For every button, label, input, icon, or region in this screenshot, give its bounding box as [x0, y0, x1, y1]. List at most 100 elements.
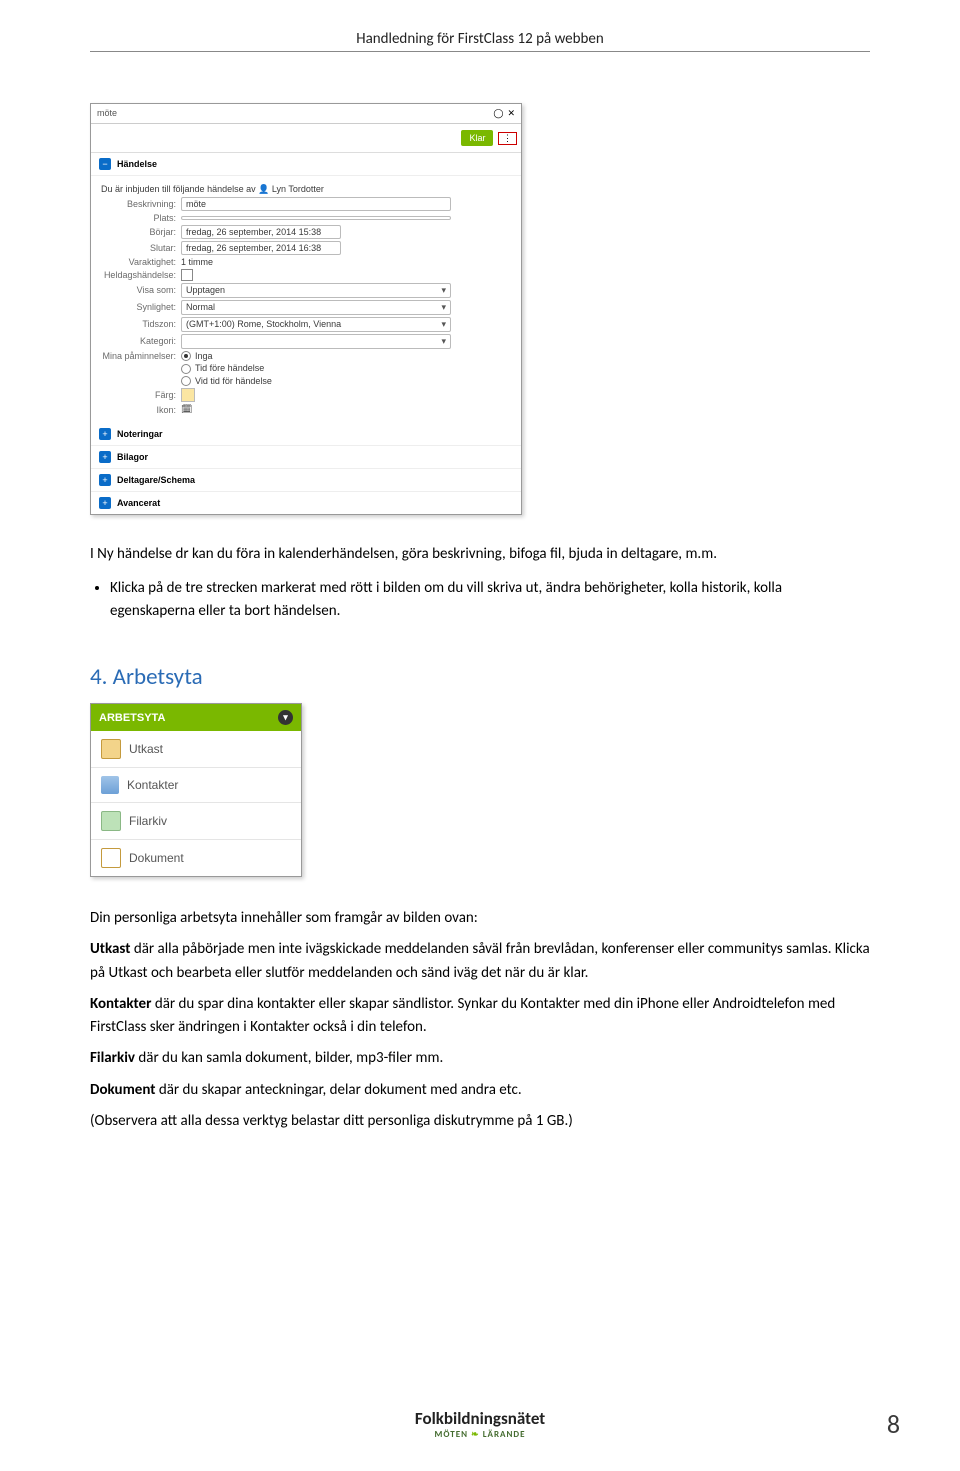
invite-name: Lyn Tordotter: [272, 184, 324, 194]
page-header: Handledning för FirstClass 12 på webben: [90, 30, 870, 63]
bullet-item: Klicka på de tre strecken markerat med r…: [110, 577, 870, 624]
checkbox-heldag[interactable]: [181, 269, 193, 281]
select-kategori[interactable]: ▾: [181, 334, 451, 349]
para-dokument: Dokument där du skapar anteckningar, del…: [90, 1079, 870, 1102]
folder-icon: [101, 739, 121, 759]
bold-filarkiv: Filarkiv: [90, 1049, 135, 1067]
klar-button[interactable]: Klar: [461, 130, 493, 146]
text-kontakter: där du spar dina kontakter eller skapar …: [90, 995, 835, 1036]
chevron-down-icon: ▾: [441, 302, 446, 313]
chevron-down-icon: ▾: [441, 319, 446, 330]
chevron-down-icon: ▾: [441, 285, 446, 296]
footer-tag-1: MÖTEN: [435, 1429, 469, 1440]
leaf-icon: ❧: [471, 1429, 483, 1440]
invite-text: Du är inbjuden till följande händelse av: [101, 184, 256, 194]
label-synlighet: Synlighet:: [101, 302, 181, 312]
label-slutar: Slutar:: [101, 243, 181, 253]
arbetsyta-header: ARBETSYTA ▾: [91, 704, 301, 731]
panel-bilagor[interactable]: + Bilagor: [91, 446, 521, 469]
radio-label-vid-tid: Vid tid för händelse: [195, 376, 272, 386]
panel-noteringar[interactable]: + Noteringar: [91, 423, 521, 446]
file-archive-icon: [101, 811, 121, 831]
event-dialog-screenshot: möte ◯ ✕ Klar ⋮ − Händelse Du är inbjude…: [90, 103, 522, 516]
input-slutar[interactable]: fredag, 26 september, 2014 16:38: [181, 241, 341, 255]
footer-tagline: MÖTEN ❧ LÄRANDE: [0, 1429, 960, 1440]
dialog-titlebar: möte ◯ ✕: [91, 104, 521, 124]
event-form: Du är inbjuden till följande händelse av…: [91, 176, 521, 424]
input-plats[interactable]: [181, 216, 451, 220]
label-plats: Plats:: [101, 213, 181, 223]
para-filarkiv: Filarkiv där du kan samla dokument, bild…: [90, 1047, 870, 1070]
text-utkast: där alla påbörjade men inte ivägskickade…: [90, 940, 870, 981]
label-farg: Färg:: [101, 390, 181, 400]
radio-tid-fore[interactable]: [181, 364, 191, 374]
bold-kontakter: Kontakter: [90, 995, 151, 1013]
item-label: Kontakter: [127, 778, 178, 792]
expand-icon: +: [99, 474, 111, 486]
expand-icon: −: [99, 158, 111, 170]
list-item-filarkiv[interactable]: Filarkiv: [91, 803, 301, 840]
dropdown-circle-icon[interactable]: ▾: [278, 710, 293, 725]
bullet-list: Klicka på de tre strecken markerat med r…: [110, 577, 870, 624]
toolbar-row: Klar ⋮: [91, 124, 521, 153]
circle-icon: ◯: [493, 108, 503, 119]
select-visa-value: Upptagen: [186, 285, 225, 296]
label-tidszon: Tidszon:: [101, 319, 181, 329]
panel-avancerat[interactable]: + Avancerat: [91, 492, 521, 514]
para-observera: (Observera att alla dessa verktyg belast…: [90, 1110, 870, 1133]
menu-dots-highlighted[interactable]: ⋮: [498, 132, 517, 145]
label-kategori: Kategori:: [101, 336, 181, 346]
radio-vid-tid[interactable]: [181, 376, 191, 386]
panel-label: Noteringar: [117, 429, 163, 439]
expand-icon: +: [99, 428, 111, 440]
page-footer: Folkbildningsnätet MÖTEN ❧ LÄRANDE: [0, 1408, 960, 1440]
label-ikon: Ikon:: [101, 405, 181, 415]
select-tidszon[interactable]: (GMT+1:00) Rome, Stockholm, Vienna ▾: [181, 317, 451, 332]
item-label: Utkast: [129, 742, 163, 756]
color-swatch[interactable]: [181, 388, 195, 402]
document-icon: [101, 848, 121, 868]
icon-picker[interactable]: 🗓: [181, 404, 192, 415]
para-kontakter: Kontakter där du spar dina kontakter ell…: [90, 993, 870, 1040]
input-borjar[interactable]: fredag, 26 september, 2014 15:38: [181, 225, 341, 239]
bold-dokument: Dokument: [90, 1081, 155, 1099]
arbetsyta-header-label: ARBETSYTA: [99, 712, 165, 724]
chevron-down-icon: ▾: [441, 336, 446, 347]
panel-label: Bilagor: [117, 452, 148, 462]
panel-label: Deltagare/Schema: [117, 475, 195, 485]
dialog-close-icons: ◯ ✕: [493, 108, 515, 119]
label-paminnelser: Mina påminnelser:: [101, 351, 181, 361]
radio-label-tid-fore: Tid före händelse: [195, 363, 264, 373]
select-tidszon-value: (GMT+1:00) Rome, Stockholm, Vienna: [186, 319, 341, 330]
bold-utkast: Utkast: [90, 940, 130, 958]
dialog-title: möte: [97, 108, 117, 118]
label-borjar: Börjar:: [101, 227, 181, 237]
label-varaktighet: Varaktighet:: [101, 257, 181, 267]
panel-deltagare[interactable]: + Deltagare/Schema: [91, 469, 521, 492]
para-ny-handelse: I Ny händelse dr kan du föra in kalender…: [90, 543, 870, 566]
select-synlighet[interactable]: Normal ▾: [181, 300, 451, 315]
header-text: Handledning för FirstClass 12 på webben: [356, 30, 604, 48]
label-visa: Visa som:: [101, 285, 181, 295]
list-item-utkast[interactable]: Utkast: [91, 731, 301, 768]
panel-handelse[interactable]: − Händelse: [91, 153, 521, 176]
section-heading-arbetsyta: 4. Arbetsyta: [90, 663, 870, 691]
radio-inga[interactable]: [181, 351, 191, 361]
list-item-kontakter[interactable]: Kontakter: [91, 768, 301, 803]
arbetsyta-panel-screenshot: ARBETSYTA ▾ Utkast Kontakter Filarkiv Do…: [90, 703, 302, 877]
select-visa[interactable]: Upptagen ▾: [181, 283, 451, 298]
item-label: Filarkiv: [129, 814, 167, 828]
radio-label-inga: Inga: [195, 351, 213, 361]
panel-label: Avancerat: [117, 498, 160, 508]
close-icon: ✕: [507, 108, 515, 119]
input-beskrivning[interactable]: möte: [181, 197, 451, 211]
value-varaktighet: 1 timme: [181, 257, 213, 267]
avatar-icon: 👤: [258, 184, 269, 195]
para-intro: Din personliga arbetsyta innehåller som …: [90, 907, 870, 930]
expand-icon: +: [99, 451, 111, 463]
select-synlighet-value: Normal: [186, 302, 215, 313]
list-item-dokument[interactable]: Dokument: [91, 840, 301, 876]
expand-icon: +: [99, 497, 111, 509]
label-heldag: Heldagshändelse:: [101, 270, 181, 280]
footer-brand: Folkbildningsnätet: [0, 1408, 960, 1429]
